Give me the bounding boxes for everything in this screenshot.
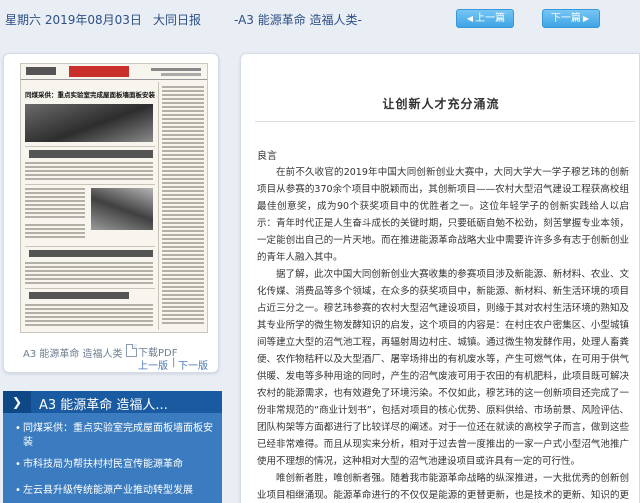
pager-separator: |: [172, 357, 176, 368]
article-panel: 让创新人才充分涌流 良言 在前不久收官的2019年中国大同创新创业大赛中，大同大…: [240, 53, 640, 503]
chevron-right-icon: ❯: [3, 391, 31, 413]
top-bar: 星期六 2019年08月03日 大同日报 -A3 能源革命 造福人类- ◀ 上一篇…: [0, 0, 640, 38]
list-item[interactable]: • 左云县升级传统能源产业推动转型发展: [15, 484, 215, 498]
issue-date: 星期六 2019年08月03日: [5, 13, 142, 27]
chevron-right-icon: ▶: [582, 14, 590, 23]
bullet-icon: •: [15, 423, 21, 434]
section-header[interactable]: ❯ A3 能源革命 造福人...: [3, 391, 222, 413]
article-body: 在前不久收官的2019年中国大同创新创业大赛中，大同大学大一学子穆艺玮的创新项目…: [257, 164, 629, 503]
chevron-left-icon: ◀: [466, 14, 474, 23]
page-thumbnail-card: 同煤采供：重点实验室完成屋面板墙面板安装 A3 能源革命 造福人类 下载PDF …: [3, 53, 219, 373]
list-item[interactable]: • 同煤采供：重点实验室完成屋面板墙面板安装: [15, 422, 215, 450]
section-article-list: ❯ A3 能源革命 造福人... • 同煤采供：重点实验室完成屋面板墙面板安装 …: [3, 391, 222, 503]
list-item[interactable]: • 市科技局为帮扶村村民宣传能源革命: [15, 458, 215, 472]
bullet-icon: •: [15, 459, 21, 470]
pdf-icon: [126, 344, 137, 357]
prev-article-button[interactable]: ◀ 上一篇: [456, 9, 514, 28]
article-paragraph: 据了解，此次中国大同创新创业大赛收集的参赛项目涉及新能源、新材料、农业、文化传媒…: [257, 269, 629, 467]
article-title: 让创新人才充分涌流: [382, 97, 500, 111]
section-name: -A3 能源革命 造福人类-: [234, 13, 362, 27]
thumbnail-photo: [25, 104, 153, 142]
article-paragraph: 在前不久收官的2019年中国大同创新创业大赛中，大同大学大一学子穆艺玮的创新项目…: [257, 167, 629, 263]
bullet-icon: •: [15, 485, 21, 496]
prev-page-link[interactable]: 上一版: [138, 357, 168, 372]
article-list: • 同煤采供：重点实验室完成屋面板墙面板安装 • 市科技局为帮扶村村民宣传能源革…: [3, 413, 222, 503]
page-thumbnail-image[interactable]: 同煤采供：重点实验室完成屋面板墙面板安装: [20, 63, 208, 333]
next-page-link[interactable]: 下一版: [178, 357, 208, 372]
section-title: A3 能源革命 造福人...: [39, 398, 168, 413]
page-label: A3 能源革命 造福人类: [23, 349, 123, 360]
newspaper-name: 大同日报: [153, 13, 202, 27]
article-paragraph: 唯创新者胜，唯创新者强。随着我市能源革命战略的纵深推进，一大批优秀的创新创业项目…: [257, 473, 629, 501]
thumbnail-masthead: [21, 64, 207, 80]
title-divider: [255, 121, 635, 122]
article-author: 良言: [257, 151, 277, 162]
next-article-button[interactable]: 下一篇 ▶: [542, 9, 600, 28]
thumbnail-headline: 同煤采供：重点实验室完成屋面板墙面板安装: [25, 91, 155, 99]
